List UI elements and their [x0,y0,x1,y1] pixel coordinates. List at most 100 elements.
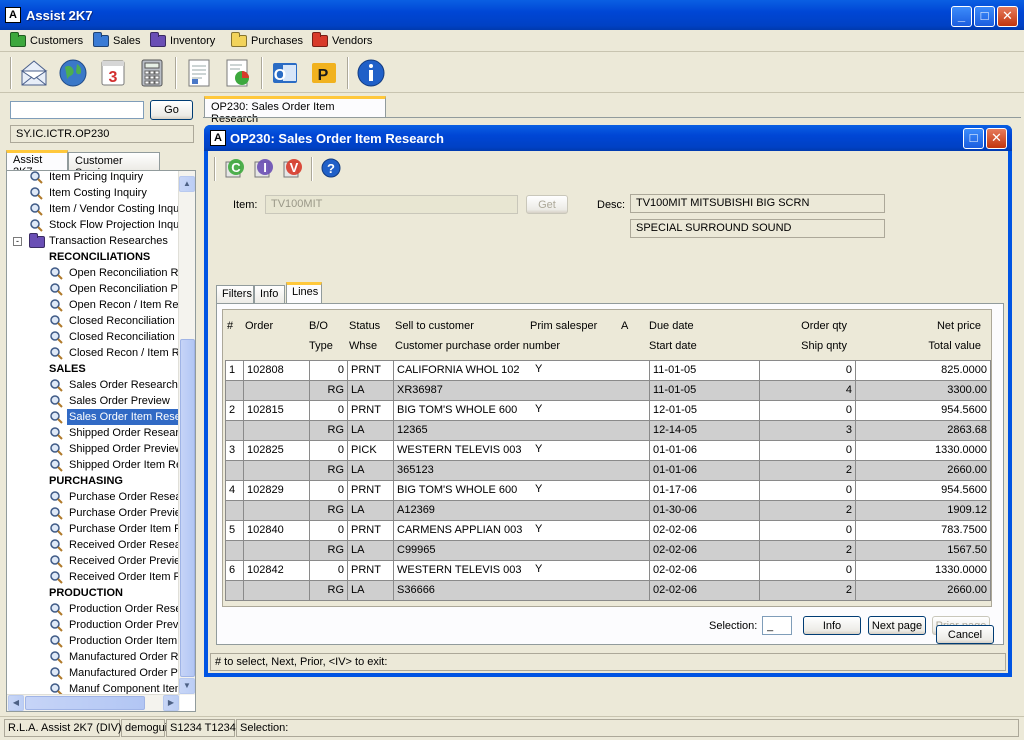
grid-cell [225,460,243,480]
calculator-icon[interactable] [136,57,168,89]
menu-inventory[interactable]: Inventory [150,32,215,49]
tree-item[interactable]: Manufactured Order Preview [7,665,179,681]
tree-item[interactable]: Stock Flow Projection Inquiry [7,217,179,233]
grid-cell-bo: 0 [309,360,347,380]
tree-horizontal-scrollbar[interactable]: ◀ ▶ [7,694,180,711]
tree-item[interactable]: Item Pricing Inquiry [7,171,179,185]
tree-item[interactable]: Item Costing Inquiry [7,185,179,201]
desc-line-2: SPECIAL SURROUND SOUND [630,219,885,238]
table-row[interactable]: 5 102840 0 PRNT CARMENS APPLIAN 003 Y 02-02-06… [225,520,991,540]
tree-item[interactable]: Received Order Research [7,537,179,553]
grid-cell-customer: BIG TOM'S WHOLE 600 [393,480,649,500]
menu-customers[interactable]: Customers [10,32,83,49]
scroll-down-icon[interactable]: ▼ [179,678,195,694]
menu-vendors[interactable]: Vendors [312,32,372,49]
next-page-button[interactable]: Next page [868,616,926,635]
menu-purchases[interactable]: Purchases [231,32,303,49]
tree-item[interactable]: Closed Reconciliation Preview [7,329,179,345]
tree-item[interactable]: Open Reconciliation Research [7,265,179,281]
calendar-icon[interactable]: 3 [97,57,129,89]
tree-item[interactable]: Production Order Item Research [7,633,179,649]
tree-item[interactable]: Closed Recon / Item Research [7,345,179,361]
table-row[interactable]: RG LA S36666 02-02-06 2 2660.00 [225,580,991,600]
tree-folder[interactable]: - Transaction Researches [7,233,179,249]
magnifier-icon [30,219,43,232]
scroll-right-icon[interactable]: ▶ [163,695,179,711]
table-row[interactable]: RG LA A12369 01-30-06 2 1909.12 [225,500,991,520]
doc-tab-op230[interactable]: OP230: Sales Order Item Research [204,96,386,125]
help-icon[interactable]: ? [320,157,342,179]
inventory-lookup-icon[interactable]: I [253,157,275,179]
vendor-lookup-icon[interactable]: V [282,157,304,179]
magnifier-icon [50,267,63,280]
grid-cell-order: 102815 [243,400,309,420]
table-row[interactable]: RG LA 12365 12-14-05 3 2863.68 [225,420,991,440]
tab-filters[interactable]: Filters [216,285,254,303]
table-row[interactable]: 4 102829 0 PRNT BIG TOM'S WHOLE 600 Y 01-17-06… [225,480,991,500]
cancel-button[interactable]: Cancel [936,625,994,644]
tree-vertical-scrollbar[interactable]: ▲ ▼ [178,171,195,695]
menu-search-input[interactable] [10,101,144,119]
tree-item[interactable]: Purchase Order Preview [7,505,179,521]
tab-assist-2k7[interactable]: Assist 2K7 [6,150,68,178]
report-icon[interactable] [183,57,215,89]
tree-item[interactable]: Purchase Order Research [7,489,179,505]
table-row[interactable]: 3 102825 0 PICK WESTERN TELEVIS 003 Y 01-01-06… [225,440,991,460]
maximize-button[interactable]: □ [974,6,995,27]
selection-input[interactable] [762,616,792,635]
close-button[interactable]: ✕ [997,6,1018,27]
tab-lines[interactable]: Lines [286,282,322,304]
table-row[interactable]: RG LA XR36987 11-01-05 4 3300.00 [225,380,991,400]
grid-cell-customer: WESTERN TELEVIS 003 [393,440,649,460]
scroll-left-icon[interactable]: ◀ [8,695,24,711]
tree-item[interactable]: Received Order Preview [7,553,179,569]
hscroll-thumb[interactable] [25,696,145,710]
tree-item[interactable]: Manufactured Order Research [7,649,179,665]
minimize-button[interactable]: _ [951,6,972,27]
magnifier-icon [50,331,63,344]
powerpoint-icon[interactable]: P [308,57,340,89]
tree-item[interactable]: Production Order Preview [7,617,179,633]
grid-cell-status: PRNT [347,560,393,580]
scroll-up-icon[interactable]: ▲ [179,176,195,192]
grid-cell-whse: LA [347,580,393,600]
scroll-thumb[interactable] [180,339,195,677]
menu-sales[interactable]: Sales [93,32,141,49]
toolbar-separator [261,57,263,89]
table-row[interactable]: 2 102815 0 PRNT BIG TOM'S WHOLE 600 Y 12-01-05… [225,400,991,420]
table-row[interactable]: 6 102842 0 PRNT WESTERN TELEVIS 003 Y 02-02-06… [225,560,991,580]
dialog-maximize-button[interactable]: □ [963,128,984,149]
outlook-icon[interactable]: O [269,57,301,89]
tree-item[interactable]: Shipped Order Preview [7,441,179,457]
grid-cell-customer: CARMENS APPLIAN 003 [393,520,649,540]
tree-item[interactable]: Production Order Research [7,601,179,617]
tab-info[interactable]: Info [254,285,285,303]
info-button[interactable]: Info [803,616,861,635]
tree-item[interactable]: Shipped Order Item Research [7,457,179,473]
table-row[interactable]: RG LA 365123 01-01-06 2 2660.00 [225,460,991,480]
table-row[interactable]: 1 102808 0 PRNT CALIFORNIA WHOL 102 Y 11-01-05… [225,360,991,380]
tree-item[interactable]: Open Recon / Item Research [7,297,179,313]
tree-item[interactable]: Open Reconciliation Preview [7,281,179,297]
tree-collapse-icon[interactable]: - [13,237,22,246]
col-header-total-value: Total value [928,340,981,352]
tree-item[interactable]: Sales Order Research [7,377,179,393]
customer-lookup-icon[interactable]: C [224,157,246,179]
tree-item[interactable]: Closed Reconciliation Research [7,313,179,329]
go-button[interactable]: Go [150,100,193,120]
dialog-close-button[interactable]: ✕ [986,128,1007,149]
table-row[interactable]: RG LA C99965 02-02-06 2 1567.50 [225,540,991,560]
tree-item[interactable]: Purchase Order Item Research [7,521,179,537]
mail-icon[interactable] [18,57,50,89]
get-button[interactable]: Get [526,195,568,214]
tree-item[interactable]: Received Order Item Research [7,569,179,585]
tree-item[interactable]: Sales Order Item Research [7,409,179,425]
tree-item[interactable]: Sales Order Preview [7,393,179,409]
globe-icon[interactable] [57,57,89,89]
tree-item[interactable]: Item / Vendor Costing Inquiry [7,201,179,217]
item-field[interactable]: TV100MIT [265,195,518,214]
tab-customer-service[interactable]: Customer Service [68,152,160,179]
info-icon[interactable] [355,57,387,89]
chart-icon[interactable] [222,57,254,89]
tree-item[interactable]: Shipped Order Research [7,425,179,441]
